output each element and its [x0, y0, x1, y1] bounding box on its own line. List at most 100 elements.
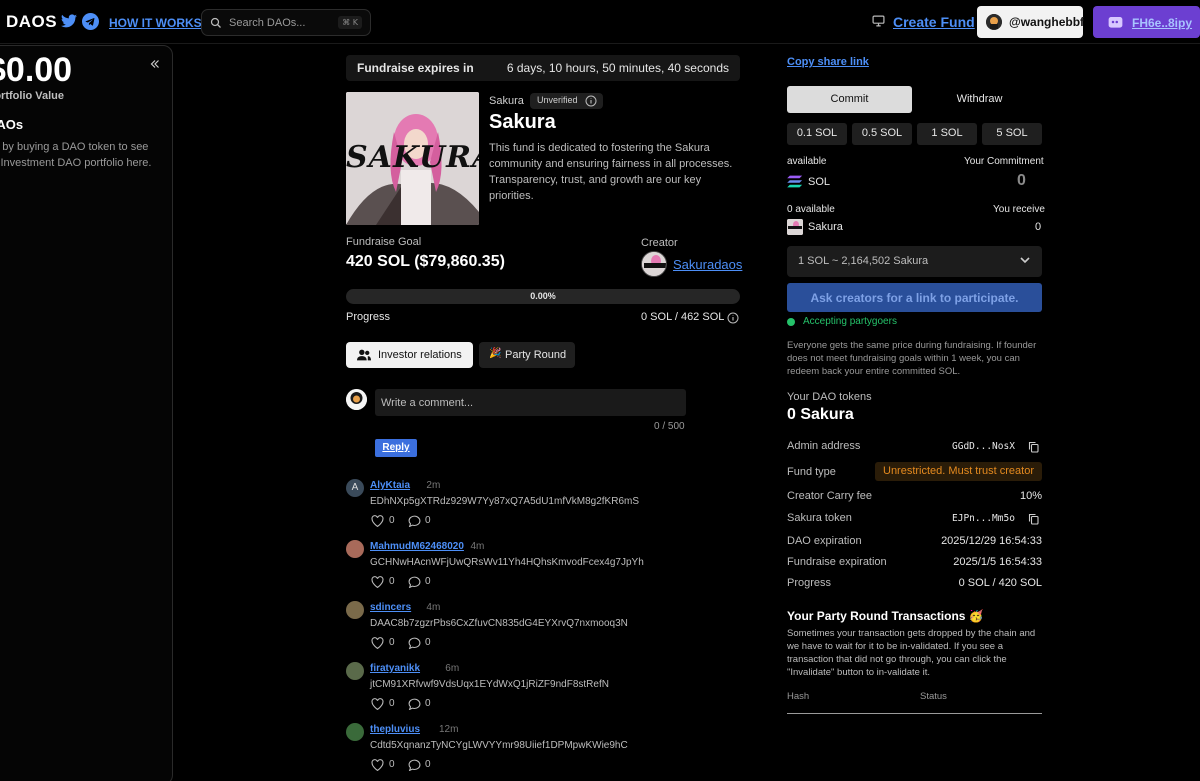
logo[interactable]: DAOS: [6, 12, 57, 32]
like-icon[interactable]: [371, 759, 384, 771]
fundraising-note: Everyone gets the same price during fund…: [787, 340, 1037, 377]
reply-icon[interactable]: [408, 515, 421, 527]
progress-info-icon[interactable]: [727, 312, 739, 324]
comment-username[interactable]: sdincers: [370, 602, 411, 613]
search-box[interactable]: Search DAOs... ⌘ K: [201, 9, 371, 36]
how-it-works-link[interactable]: HOW IT WORKS: [109, 16, 202, 30]
copy-icon[interactable]: [1028, 441, 1039, 453]
dao-expiration-value: 2025/12/29 16:54:33: [941, 535, 1042, 547]
reply-count: 0: [425, 576, 431, 587]
party-round-heading: Your Party Round Transactions 🥳: [787, 609, 984, 623]
wallet-button[interactable]: FH6e..8ipy: [1093, 6, 1200, 38]
comment-input[interactable]: [375, 389, 686, 416]
tab-investor-relations[interactable]: Investor relations: [346, 342, 473, 368]
progress-label: Progress: [346, 311, 391, 323]
expiry-label: Fundraise expires in: [357, 61, 474, 75]
reply-button[interactable]: Reply: [375, 439, 417, 457]
copy-share-link[interactable]: Copy share link: [787, 56, 869, 68]
reply-icon[interactable]: [408, 759, 421, 771]
twitter-icon[interactable]: [61, 14, 77, 28]
comment-text: Cdtd5XqnanzTyNCYgLWVYYmr98Uiief1DPMpwKWi…: [370, 740, 628, 751]
amount-button-5[interactable]: 5 SOL: [982, 123, 1042, 145]
panel-progress-value: 0 SOL / 420 SOL: [958, 577, 1042, 589]
ask-creators-button[interactable]: Ask creators for a link to participate.: [787, 283, 1042, 312]
exchange-rate-dropdown[interactable]: 1 SOL ~ 2,164,502 Sakura: [787, 246, 1042, 277]
like-icon[interactable]: [371, 576, 384, 588]
carry-fee-label: Creator Carry fee: [787, 490, 872, 502]
receive-value: 0: [1035, 221, 1042, 233]
copy-icon[interactable]: [1028, 513, 1039, 525]
table-divider: [787, 713, 1042, 714]
comment-avatar[interactable]: A: [346, 479, 364, 497]
tab-party-round[interactable]: 🎉 Party Round: [479, 342, 575, 368]
comment-username[interactable]: thepluvius: [370, 724, 420, 735]
dao-name: Sakura: [489, 111, 556, 133]
comment-char-count: 0 / 500: [654, 421, 685, 432]
accepting-partygoers-status: Accepting partygoers: [803, 316, 897, 327]
like-count: 0: [389, 515, 395, 526]
dao-tokens-label: Your DAO tokens: [787, 391, 872, 403]
available-amount-label: 0 available: [787, 204, 835, 215]
tab-commit[interactable]: Commit: [787, 86, 912, 113]
reply-icon[interactable]: [408, 576, 421, 588]
comment-avatar[interactable]: [346, 601, 364, 619]
fundraise-progress-bar: 0.00%: [346, 289, 740, 304]
comment-time: 4m: [426, 602, 441, 613]
comment-username[interactable]: MahmudM62468020: [370, 541, 464, 552]
comment-avatar[interactable]: [346, 540, 364, 558]
commitment-value: 0: [1017, 172, 1026, 189]
sol-token-label: SOL: [808, 176, 831, 188]
fundraise-expiry-bar: Fundraise expires in 6 days, 10 hours, 5…: [346, 55, 740, 81]
comment-username[interactable]: firatyanikk: [370, 663, 420, 674]
solana-icon: [787, 175, 803, 188]
tab-withdraw[interactable]: Withdraw: [917, 86, 1042, 113]
comment-avatar[interactable]: [346, 723, 364, 741]
comment-time: 2m: [426, 480, 441, 491]
users-icon: [357, 349, 371, 361]
party-popper-icon: 🎉: [489, 348, 502, 359]
sakura-token-label: Sakura: [808, 221, 843, 233]
like-count: 0: [389, 698, 395, 709]
carry-fee-value: 10%: [1019, 490, 1042, 502]
creator-avatar[interactable]: [641, 251, 667, 277]
daos-empty-text: Start by buying a DAO token to see your …: [0, 141, 152, 169]
fundraise-goal-label: Fundraise Goal: [346, 236, 422, 248]
unverified-badge: Unverified: [530, 93, 603, 109]
monitor-icon: [872, 15, 885, 27]
creator-label: Creator: [641, 237, 678, 249]
reply-icon[interactable]: [408, 637, 421, 649]
info-icon[interactable]: [585, 95, 597, 107]
creator-name-link[interactable]: Sakuradaos: [673, 257, 742, 272]
like-icon[interactable]: [371, 515, 384, 527]
wallet-icon: [1108, 15, 1123, 29]
telegram-icon[interactable]: [82, 13, 99, 30]
collapse-sidebar-icon[interactable]: [149, 58, 161, 70]
amount-button-1[interactable]: 1 SOL: [917, 123, 977, 145]
comment-avatar-letter: A: [351, 482, 359, 493]
reply-icon[interactable]: [408, 698, 421, 710]
fund-type-badge: Unrestricted. Must trust creator: [875, 462, 1042, 481]
wallet-address: FH6e..8ipy: [1132, 16, 1193, 30]
search-shortcut: ⌘ K: [338, 16, 362, 29]
search-placeholder: Search DAOs...: [229, 17, 306, 29]
amount-button-0-1[interactable]: 0.1 SOL: [787, 123, 847, 145]
user-profile-button[interactable]: @wanghebbf: [977, 6, 1085, 38]
comment-avatar[interactable]: [346, 662, 364, 680]
comment-username[interactable]: AlyKtaia: [370, 480, 410, 491]
comment-text: jtCM91XRfvwf9VdsUqx1EYdWxQ1jRiZF9ndF8stR…: [370, 679, 609, 690]
comment-time: 12m: [439, 724, 459, 735]
like-icon[interactable]: [371, 698, 384, 710]
comment-time: 6m: [445, 663, 460, 674]
like-icon[interactable]: [371, 637, 384, 649]
tab-investor-relations-label: Investor relations: [378, 349, 462, 361]
token-address-label: Sakura token: [787, 512, 852, 524]
reply-count: 0: [425, 515, 431, 526]
portfolio-value: $0.00: [0, 51, 73, 89]
status-dot: [787, 318, 795, 326]
reply-count: 0: [425, 759, 431, 770]
amount-button-0-5[interactable]: 0.5 SOL: [852, 123, 912, 145]
status-column-header: Status: [920, 691, 947, 702]
username: @wanghebbf: [1009, 15, 1085, 29]
create-fund-link[interactable]: Create Fund: [893, 14, 975, 30]
sakura-token-icon: [787, 219, 803, 235]
